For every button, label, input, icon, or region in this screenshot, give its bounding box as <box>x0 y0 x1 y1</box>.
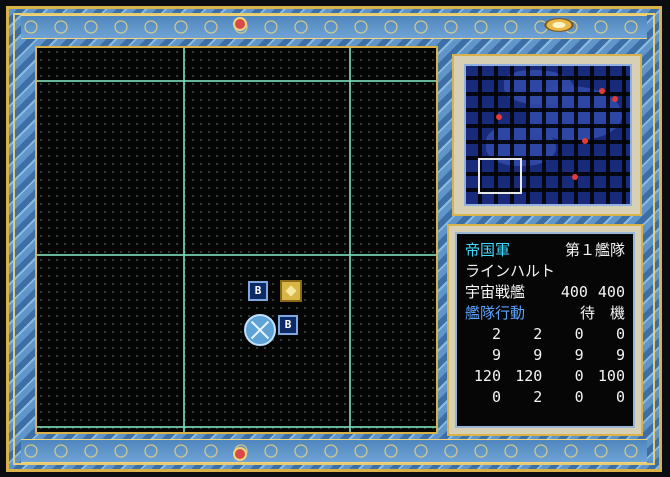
unit-info-box: 帝国軍 第１艦隊 ラインハルト 宇宙戦艦 400 400 艦隊行動 待 機 2 … <box>455 232 635 428</box>
enemy-marker <box>612 96 618 102</box>
stat-cell: 100 <box>597 367 625 385</box>
stat-cell: 2 <box>533 325 543 343</box>
gem-icon <box>233 447 247 461</box>
minimap-viewport[interactable] <box>478 158 522 194</box>
stat-cell: 120 <box>515 367 543 385</box>
commander-name: ラインハルト <box>465 262 556 280</box>
stat-cell: 2 <box>533 388 543 406</box>
fleet-label: 第１艦隊 <box>564 241 625 259</box>
battle-map[interactable]: B B <box>35 46 438 434</box>
stat-cell: 9 <box>491 346 501 364</box>
ship-type-label: 宇宙戦艦 <box>465 283 526 301</box>
stat-cell: 2 <box>491 325 501 343</box>
minimap-panel <box>452 54 642 216</box>
stat-cell: 0 <box>491 388 501 406</box>
grid-line-horizontal <box>37 426 436 428</box>
grid-line-vertical <box>183 48 185 432</box>
stat-cell: 0 <box>574 325 584 343</box>
stat-cell: 0 <box>574 388 584 406</box>
grid-line-vertical <box>349 48 351 432</box>
grid-line-horizontal <box>37 254 436 256</box>
stat-cell: 0 <box>615 388 625 406</box>
stat-cell: 9 <box>574 346 584 364</box>
flagship-crest-icon[interactable] <box>244 314 276 346</box>
minimap[interactable] <box>464 64 632 206</box>
stat-cell: 9 <box>615 346 625 364</box>
stat-cell: 0 <box>615 325 625 343</box>
fleet-action-value[interactable]: 待 機 <box>580 303 625 324</box>
ship-count-max: 400 <box>597 283 625 301</box>
gem-icon <box>233 17 247 31</box>
grid-line-horizontal <box>37 80 436 82</box>
faction-label: 帝国軍 <box>465 241 511 259</box>
fleet-action-label: 艦隊行動 <box>465 304 526 322</box>
unit-b-marker[interactable]: B <box>278 315 298 335</box>
enemy-marker <box>496 114 502 120</box>
winged-emblem-icon <box>529 11 589 39</box>
map-dot-grid <box>37 48 436 432</box>
unit-b-marker[interactable]: B <box>248 281 268 301</box>
stat-cell: 9 <box>533 346 543 364</box>
enemy-marker <box>599 88 605 94</box>
enemy-marker <box>572 174 578 180</box>
enemy-marker <box>582 138 588 144</box>
stat-cell: 0 <box>574 367 584 385</box>
ship-count: 400 <box>560 283 588 301</box>
bottom-ornament <box>21 439 647 463</box>
gold-diamond-unit-icon[interactable] <box>280 280 302 302</box>
unit-info-panel: 帝国軍 第１艦隊 ラインハルト 宇宙戦艦 400 400 艦隊行動 待 機 2 … <box>447 224 643 436</box>
stat-cell: 120 <box>473 367 501 385</box>
